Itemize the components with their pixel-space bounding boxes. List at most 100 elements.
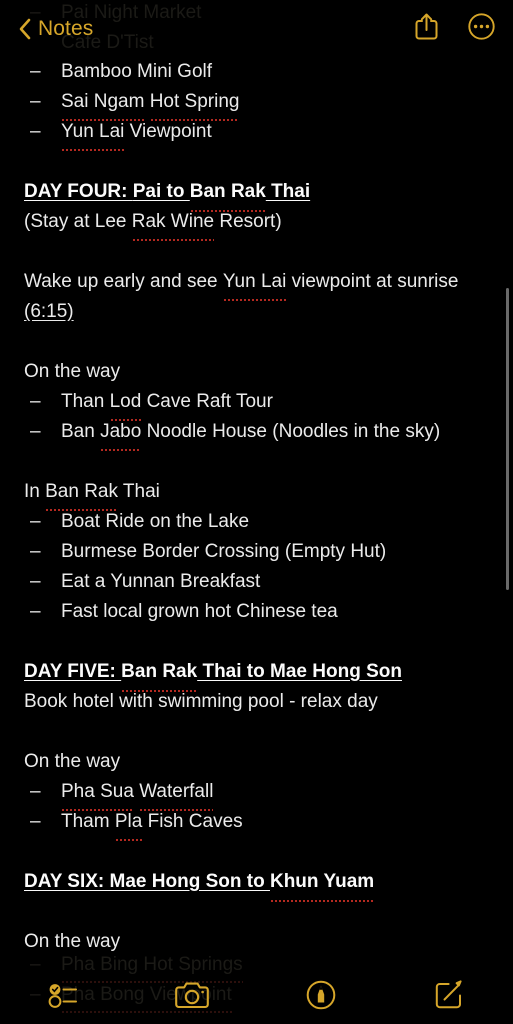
list-item-text: Yun Lai Viewpoint — [61, 117, 212, 151]
misspelled-word: Hot Spring — [149, 87, 239, 121]
dash-bullet-icon: – — [30, 421, 41, 442]
text-run: Book hotel with swimming pool - relax da… — [24, 691, 378, 712]
list-item: – Fast local grown hot Chinese tea — [24, 597, 489, 627]
camera-icon — [174, 981, 210, 1010]
text-run: Thai — [265, 181, 311, 202]
list-item-text: Than Lod Cave Raft Tour — [61, 387, 273, 421]
paragraph: On the way — [24, 747, 489, 777]
note-content[interactable]: – Bamboo Mini Golf – Sai Ngam Hot Spring – Yu… — [0, 57, 513, 966]
misspelled-word: Waterfall — [139, 777, 214, 811]
compose-button[interactable] — [385, 980, 513, 1010]
dash-bullet-icon: – — [30, 571, 41, 592]
misspelled-word: Rak Wine — [131, 207, 215, 241]
markup-pen-icon — [306, 980, 336, 1010]
paragraph: (6:15) — [24, 297, 489, 327]
day-heading: DAY FOUR: Pai to Ban Rak Thai — [24, 177, 489, 212]
text-run: On the way — [24, 361, 121, 382]
text-run: Burmese Border Crossing (Empty Hut) — [61, 541, 387, 562]
underlined-text: (6:15) — [24, 301, 74, 322]
list-item-text: Bamboo Mini Golf — [61, 57, 212, 87]
text-run: Than — [61, 391, 110, 412]
share-icon[interactable] — [415, 13, 438, 45]
dash-bullet-icon: – — [30, 601, 41, 622]
text-run: On the way — [24, 751, 121, 772]
list-item: – Than Lod Cave Raft Tour — [24, 387, 489, 421]
text-run: Resort) — [214, 211, 282, 232]
text-run: (Stay at Lee — [24, 211, 132, 232]
checklist-button[interactable] — [0, 980, 128, 1010]
dash-bullet-icon: – — [30, 61, 41, 82]
day-heading: DAY FIVE: Ban Rak Thai to Mae Hong Son — [24, 657, 489, 692]
list-item: – Bamboo Mini Golf — [24, 57, 489, 87]
text-run: Bamboo Mini Golf — [61, 61, 213, 82]
text-run: DAY SIX: Mae Hong Son to — [24, 871, 270, 892]
text-run: Cave Raft Tour — [141, 391, 273, 412]
list-item-text: Ban Jabo Noodle House (Noodles in the sk… — [61, 417, 441, 451]
misspelled-word: Jabo — [100, 417, 142, 451]
misspelled-word: Lod — [109, 387, 141, 421]
camera-button[interactable] — [128, 981, 256, 1010]
dash-bullet-icon: – — [30, 511, 41, 532]
navbar-actions — [415, 12, 495, 45]
text-run: On the way — [24, 931, 121, 952]
more-circle-icon[interactable] — [468, 12, 495, 45]
markup-button[interactable] — [257, 980, 385, 1010]
compose-icon — [434, 980, 464, 1010]
list-item-text: Tham Pla Fish Caves — [61, 807, 243, 841]
list-item: – Burmese Border Crossing (Empty Hut) — [24, 537, 489, 567]
dash-bullet-icon: – — [30, 541, 41, 562]
text-run: In — [24, 481, 46, 502]
chevron-left-icon — [18, 18, 31, 40]
misspelled-word: Khun Yuam — [269, 867, 375, 902]
text-run: DAY FOUR: — [24, 181, 133, 202]
text-run: Viewpoint — [124, 121, 212, 142]
paragraph: Book hotel with swimming pool - relax da… — [24, 687, 489, 717]
misspelled-word: Sai Ngam — [61, 87, 145, 121]
dash-bullet-icon: – — [30, 91, 41, 112]
list-item-text: Eat a Yunnan Breakfast — [61, 567, 260, 597]
text-run: Eat a Yunnan Breakfast — [61, 571, 261, 592]
misspelled-word: Ban Rak — [189, 177, 266, 212]
paragraph: On the way — [24, 927, 489, 957]
misspelled-word: Ban Rak — [45, 477, 118, 511]
text-run: Pai to — [132, 181, 190, 202]
bottom-toolbar — [0, 966, 513, 1024]
paragraph: In Ban Rak Thai — [24, 477, 489, 511]
list-item: – Tham Pla Fish Caves — [24, 807, 489, 841]
dash-bullet-icon: – — [30, 781, 41, 802]
text-run: Fish Caves — [142, 811, 243, 832]
text-run: Thai — [118, 481, 160, 502]
text-run: Wake up early and see — [24, 271, 223, 292]
text-run: Fast local grown hot Chinese tea — [61, 601, 338, 622]
list-item: – Yun Lai Viewpoint — [24, 117, 489, 151]
dash-bullet-icon: – — [30, 391, 41, 412]
dash-bullet-icon: – — [30, 811, 41, 832]
list-item: – Boat Ride on the Lake — [24, 507, 489, 537]
misspelled-word: Pla — [114, 807, 143, 841]
list-item: – Ban Jabo Noodle House (Noodles in the s… — [24, 417, 489, 451]
day-heading: DAY SIX: Mae Hong Son to Khun Yuam — [24, 867, 489, 902]
text-run: DAY FIVE: — [24, 661, 122, 682]
list-item-text: Fast local grown hot Chinese tea — [61, 597, 338, 627]
dash-bullet-icon: – — [30, 121, 41, 142]
text-run: Tham — [61, 811, 115, 832]
text-run: Ban — [61, 421, 101, 442]
back-to-notes-button[interactable]: Notes — [18, 17, 93, 41]
vertical-scrollbar[interactable] — [506, 288, 509, 590]
text-run: Thai to Mae Hong Son — [197, 661, 402, 682]
list-item-text: Sai Ngam Hot Spring — [61, 87, 239, 121]
paragraph: On the way — [24, 357, 489, 387]
misspelled-word: Yun Lai — [222, 267, 287, 301]
navigation-bar: Notes — [0, 0, 513, 57]
misspelled-word: Ban Rak — [121, 657, 198, 692]
text-run: Noodle House (Noodles in the sky) — [141, 421, 441, 442]
text-run: Boat Ride on the Lake — [61, 511, 250, 532]
